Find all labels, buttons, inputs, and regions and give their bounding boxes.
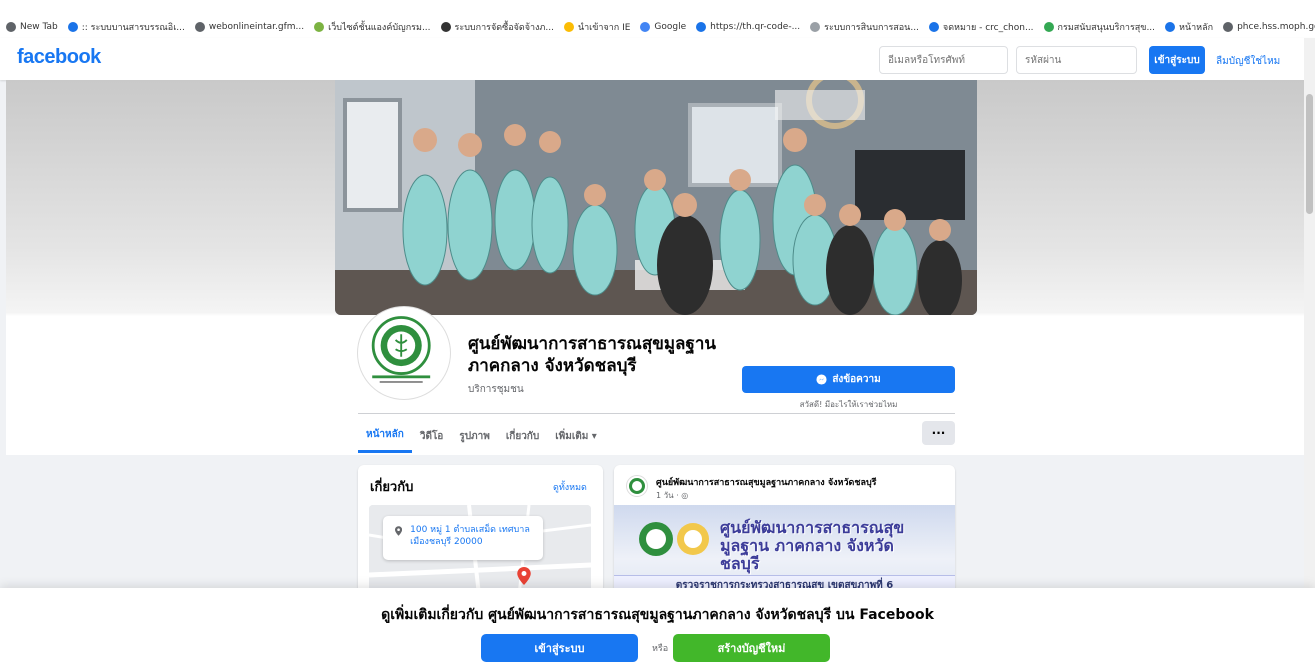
bookmark-label: เว็บไซต์ชั้นแองค์บัญกรม... bbox=[328, 23, 431, 33]
address-box[interactable]: 100 หมู่ 1 ตำบลเสม็ด เทศบาลเมืองชลบุรี 2… bbox=[383, 516, 543, 560]
send-message-label: ส่งข้อความ bbox=[832, 374, 881, 385]
messenger-icon bbox=[816, 374, 827, 385]
bookmark-item[interactable]: :: ระบบบานสารบรรณอิเ... bbox=[67, 20, 185, 34]
post-author[interactable]: ศูนย์พัฒนาการสาธารณสุขมูลฐานภาคกลาง จังห… bbox=[656, 475, 877, 489]
about-card: เกี่ยวกับ ดูทั้งหมด 100 หมู่ 1 ตำบลเสม็ด… bbox=[358, 465, 603, 595]
send-message-button[interactable]: ส่งข้อความ bbox=[742, 366, 955, 393]
bookmark-label: :: ระบบบานสารบรรณอิเ... bbox=[81, 23, 185, 33]
moph-logo-small-icon bbox=[629, 478, 645, 494]
page-category: บริการชุมชน bbox=[468, 384, 524, 395]
bookmark-favicon-icon bbox=[1043, 22, 1054, 32]
facebook-logo[interactable]: facebook bbox=[17, 46, 101, 69]
or-separator: หรือ bbox=[652, 644, 669, 654]
bookmark-item[interactable]: หน้าหลัก bbox=[1165, 20, 1213, 34]
moph-logo-icon bbox=[371, 316, 431, 383]
post-author-avatar[interactable] bbox=[626, 475, 648, 497]
header-login-button[interactable]: เข้าสู่ระบบ bbox=[1149, 46, 1205, 74]
bookmark-item[interactable]: webonlineintar.gfm... bbox=[194, 22, 305, 32]
bookmark-favicon-icon bbox=[1165, 22, 1176, 32]
post-timestamp[interactable]: 1 วัน · ◎ bbox=[656, 489, 688, 502]
facebook-header: facebook เข้าสู่ระบบ ลืมบัญชีใช่ไหม bbox=[0, 38, 1315, 80]
bookmark-item[interactable]: phce.hss.moph.go.t... bbox=[1223, 22, 1315, 32]
bookmark-item[interactable]: กรมสนับสนุนบริการสุข... bbox=[1043, 20, 1156, 34]
post-banner-title: ศูนย์พัฒนาการสาธารณสุขมูลฐาน ภาคกลาง จัง… bbox=[720, 518, 905, 573]
page-scrollbar[interactable] bbox=[1304, 38, 1315, 588]
tabs-divider bbox=[358, 413, 955, 414]
tab-item[interactable]: เพิ่มเติม ▾ bbox=[547, 419, 605, 453]
post-image[interactable]: ศูนย์พัฒนาการสาธารณสุขมูลฐาน ภาคกลาง จัง… bbox=[614, 505, 955, 595]
bookmark-favicon-icon bbox=[194, 22, 205, 32]
bookmark-label: webonlineintar.gfm... bbox=[208, 22, 305, 32]
bookmark-label: ระบบการสินบการสอน... bbox=[824, 23, 919, 33]
bookmark-item[interactable]: ระบบการสินบการสอน... bbox=[810, 20, 919, 34]
tab-item[interactable]: รูปภาพ bbox=[451, 419, 498, 453]
tab-item[interactable]: หน้าหลัก bbox=[358, 419, 412, 453]
bookmark-label: https://th.qr-code-... bbox=[710, 22, 801, 32]
bookmark-label: New Tab bbox=[20, 22, 58, 32]
email-input[interactable] bbox=[879, 46, 1008, 74]
address-text: 100 หมู่ 1 ตำบลเสม็ด เทศบาลเมืองชลบุรี 2… bbox=[410, 525, 530, 547]
bookmarks-bar: New Tab:: ระบบบานสารบรรณอิเ... webonlinei… bbox=[0, 16, 1315, 38]
post-logos-icon bbox=[639, 522, 709, 556]
bookmark-item[interactable]: New Tab bbox=[6, 22, 58, 32]
overlay-login-button[interactable]: เข้าสู่ระบบ bbox=[481, 634, 638, 662]
bookmark-favicon-icon bbox=[440, 22, 451, 32]
page-profile-avatar[interactable] bbox=[358, 307, 450, 399]
login-prompt-overlay: ดูเพิ่มเติมเกี่ยวกับ ศูนย์พัฒนาการสาธารณ… bbox=[0, 588, 1315, 669]
login-prompt-text: ดูเพิ่มเติมเกี่ยวกับ ศูนย์พัฒนาการสาธารณ… bbox=[381, 607, 934, 623]
bookmark-label: จดหมาย - crc_chon... bbox=[942, 23, 1034, 33]
bookmark-favicon-icon bbox=[314, 22, 325, 32]
bookmark-item[interactable]: Google bbox=[640, 22, 686, 32]
page-title: ศูนย์พัฒนาการสาธารณสุขมูลฐานภาคกลาง จังห… bbox=[468, 334, 716, 376]
about-title: เกี่ยวกับ bbox=[370, 480, 414, 495]
bookmark-item[interactable]: เว็บไซต์ชั้นแองค์บัญกรม... bbox=[314, 20, 431, 34]
location-pin-icon bbox=[395, 526, 403, 536]
location-map[interactable]: 100 หมู่ 1 ตำบลเสม็ด เทศบาลเมืองชลบุรี 2… bbox=[369, 505, 591, 595]
bookmark-label: หน้าหลัก bbox=[1179, 23, 1214, 33]
tab-item[interactable]: เกี่ยวกับ bbox=[498, 419, 547, 453]
map-marker-icon bbox=[517, 567, 531, 585]
bookmark-favicon-icon bbox=[928, 22, 939, 32]
bookmark-item[interactable]: https://th.qr-code-... bbox=[696, 22, 800, 32]
message-hint: สวัสดี! มีอะไรให้เราช่วยไหม bbox=[799, 400, 898, 409]
bookmark-favicon-icon bbox=[810, 22, 821, 32]
bookmark-favicon-icon bbox=[563, 22, 574, 32]
bookmark-label: phce.hss.moph.go.t... bbox=[1237, 22, 1315, 32]
bookmark-label: นำเข้าจาก IE bbox=[577, 23, 631, 33]
bookmark-item[interactable]: จดหมาย - crc_chon... bbox=[928, 20, 1034, 34]
tab-item[interactable]: วิดีโอ bbox=[412, 419, 452, 453]
create-account-button[interactable]: สร้างบัญชีใหม่ bbox=[673, 634, 830, 662]
bookmark-favicon-icon bbox=[6, 22, 16, 32]
page-tabs: หน้าหลัก วิดีโอ รูปภาพ เกี่ยวกับ เพิ่มเติม ▾ bbox=[358, 419, 605, 453]
cover-photo-illustration bbox=[335, 80, 977, 315]
see-all-link[interactable]: ดูทั้งหมด bbox=[553, 480, 587, 494]
post-card: ศูนย์พัฒนาการสาธารณสุขมูลฐานภาคกลาง จังห… bbox=[614, 465, 955, 595]
bookmark-label: Google bbox=[654, 22, 687, 32]
bookmark-item[interactable]: ระบบการจัดซื้อจัดจ้างภ... bbox=[440, 20, 554, 34]
bookmark-favicon-icon bbox=[696, 22, 707, 32]
cover-photo[interactable] bbox=[335, 80, 977, 315]
forgot-account-link[interactable]: ลืมบัญชีใช่ไหม bbox=[1216, 54, 1280, 69]
bookmark-favicon-icon bbox=[1223, 22, 1234, 32]
bookmark-label: ระบบการจัดซื้อจัดจ้างภ... bbox=[454, 23, 554, 33]
password-input[interactable] bbox=[1016, 46, 1137, 74]
bookmark-label: กรมสนับสนุนบริการสุข... bbox=[1057, 23, 1156, 33]
scrollbar-thumb[interactable] bbox=[1306, 94, 1313, 214]
bookmark-item[interactable]: นำเข้าจาก IE bbox=[563, 20, 631, 34]
browser-top-strip bbox=[0, 0, 1315, 16]
bookmark-favicon-icon bbox=[640, 22, 651, 32]
bookmark-favicon-icon bbox=[67, 22, 78, 32]
more-options-button[interactable]: ··· bbox=[922, 421, 955, 445]
